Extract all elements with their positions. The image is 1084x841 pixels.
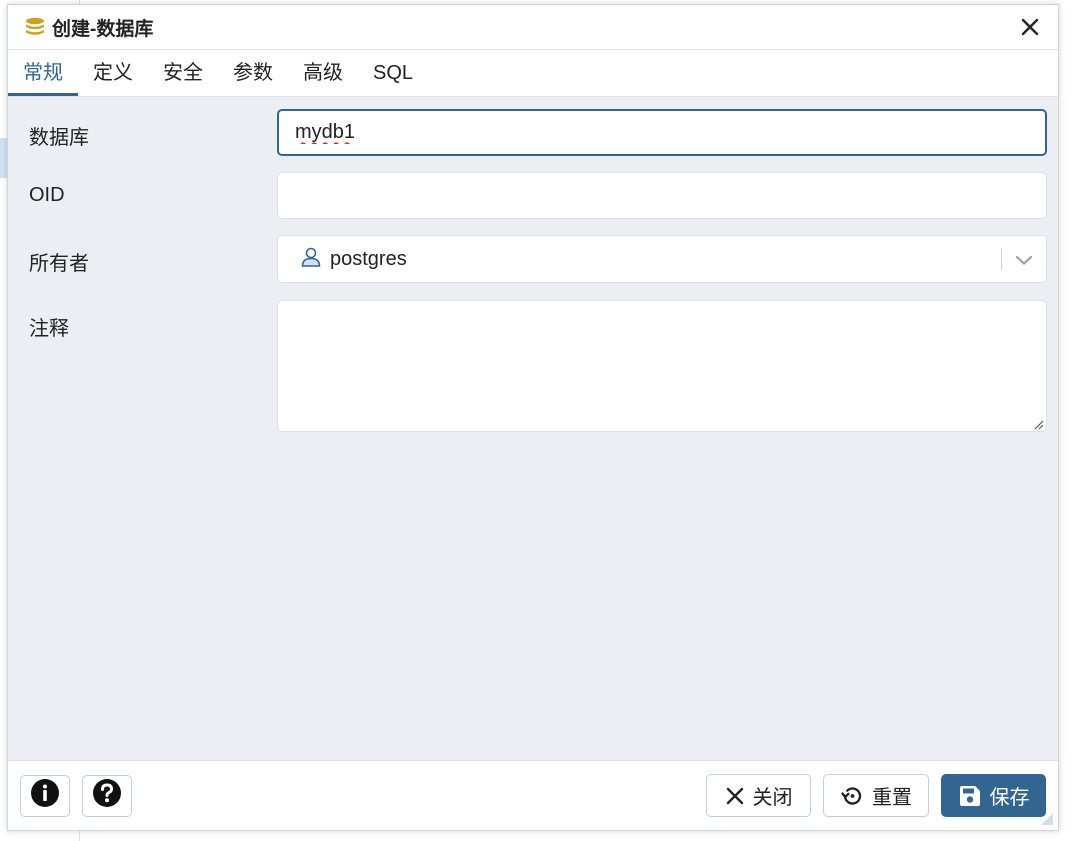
info-button[interactable] (20, 774, 70, 817)
save-button[interactable]: 保存 (941, 774, 1046, 817)
info-icon (30, 778, 60, 813)
reset-button-label: 重置 (872, 787, 912, 809)
select-separator (1001, 248, 1002, 270)
close-icon[interactable] (1016, 13, 1044, 41)
database-label: 数据库 (29, 127, 89, 149)
window-resize-icon[interactable] (1040, 812, 1054, 826)
save-icon (959, 785, 980, 806)
resize-grip-icon[interactable] (1032, 417, 1044, 430)
tab-parameters[interactable]: 参数 (218, 50, 288, 96)
tab-sql[interactable]: SQL (358, 50, 428, 96)
dialog-titlebar[interactable]: 创建-数据库 (8, 5, 1058, 50)
tab-bar: 常规 定义 安全 参数 高级 SQL (8, 50, 1058, 97)
oid-label: OID (29, 184, 65, 206)
chevron-down-icon[interactable] (1014, 250, 1034, 270)
help-icon (92, 778, 122, 813)
create-database-dialog: 创建-数据库 常规 定义 安全 参数 高级 SQL 数据库 OID 所有者 (7, 4, 1059, 831)
owner-value: postgres (330, 247, 407, 270)
database-icon (24, 16, 46, 38)
reset-button[interactable]: 重置 (823, 774, 929, 817)
database-name-input[interactable] (277, 109, 1047, 156)
save-button-label: 保存 (989, 787, 1030, 809)
oid-input[interactable] (277, 172, 1047, 219)
form-body: 数据库 OID 所有者 postgres (8, 97, 1058, 760)
dialog-footer: 关闭 重置 保存 (8, 760, 1058, 830)
owner-select[interactable]: postgres (277, 235, 1047, 283)
user-icon (300, 246, 322, 273)
comment-textarea[interactable] (277, 300, 1047, 432)
close-button-label: 关闭 (752, 787, 793, 809)
close-button[interactable]: 关闭 (706, 774, 811, 817)
database-name-field[interactable] (279, 111, 1045, 154)
oid-field[interactable] (278, 173, 1046, 218)
owner-label: 所有者 (29, 253, 89, 275)
tab-definition[interactable]: 定义 (78, 50, 148, 96)
tab-advanced[interactable]: 高级 (288, 50, 358, 96)
dialog-title: 创建-数据库 (52, 18, 154, 40)
comment-label: 注释 (29, 318, 69, 340)
close-icon (726, 787, 743, 804)
tab-general[interactable]: 常规 (8, 50, 78, 96)
tab-security[interactable]: 安全 (148, 50, 218, 96)
help-button[interactable] (82, 774, 132, 817)
comment-field[interactable] (278, 301, 1046, 431)
reset-icon (841, 786, 862, 805)
background-selection-strip (0, 138, 7, 178)
